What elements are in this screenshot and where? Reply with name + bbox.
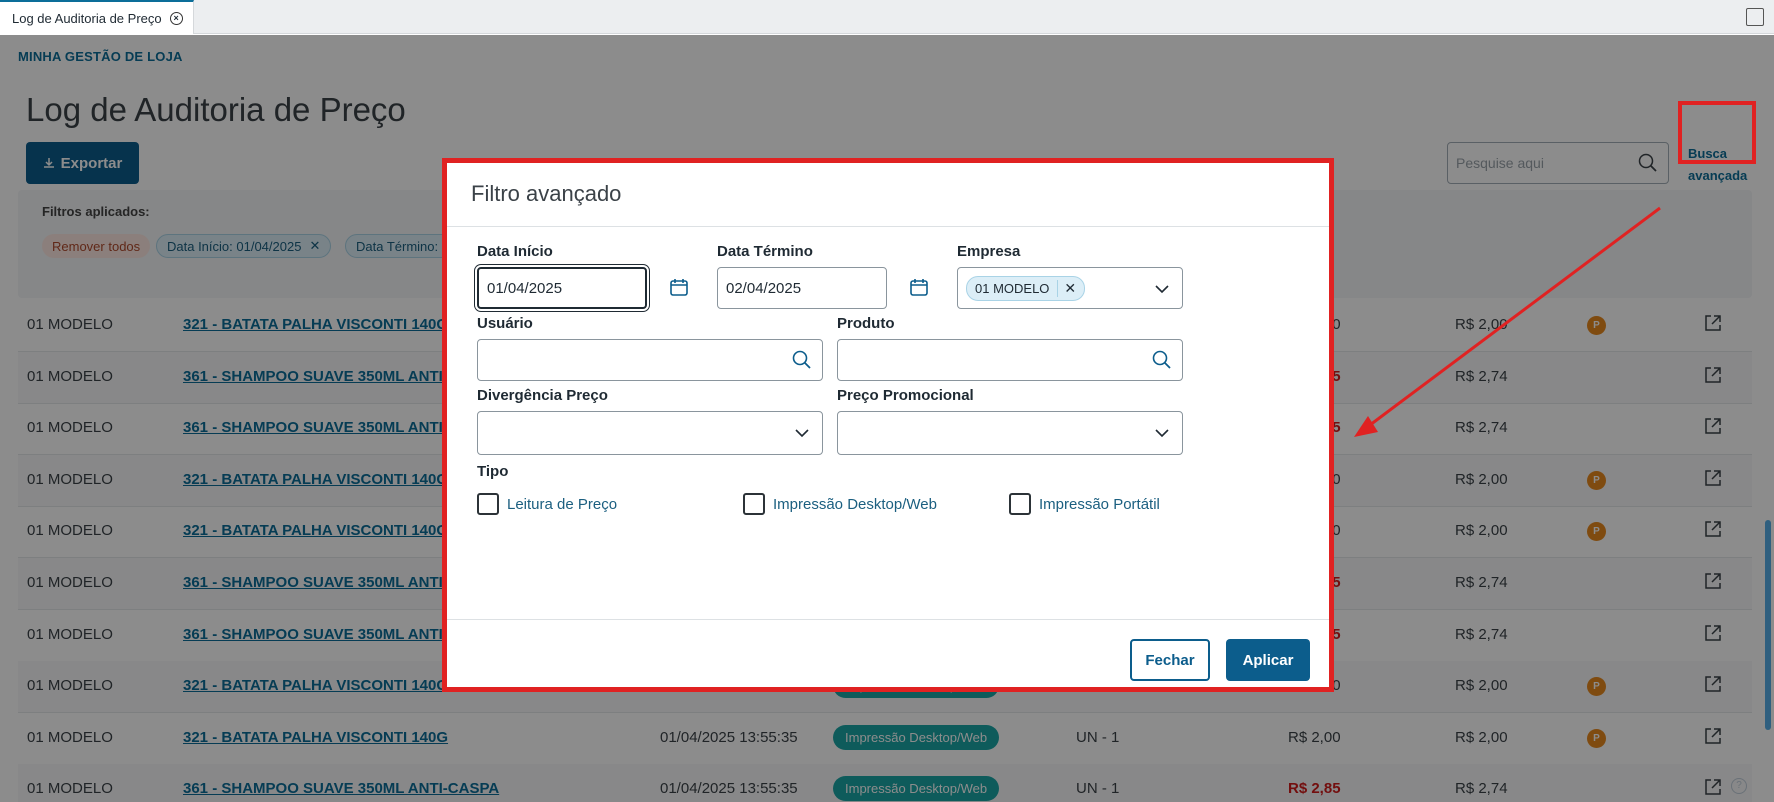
help-icon[interactable]: ? <box>1731 778 1747 794</box>
scrollbar[interactable] <box>1765 520 1771 730</box>
chevron-down-icon[interactable] <box>1154 425 1170 441</box>
checkbox-impressao-desktop[interactable]: Impressão Desktop/Web <box>743 493 937 515</box>
data-inicio-field[interactable]: 01/04/2025 <box>477 267 647 309</box>
empresa-chip[interactable]: 01 MODELO ✕ <box>966 275 1086 301</box>
checkbox-label: Impressão Portátil <box>1039 495 1160 513</box>
produto-field[interactable] <box>837 339 1183 381</box>
annotation-highlight-box <box>1678 101 1756 164</box>
calendar-icon[interactable] <box>669 277 689 297</box>
data-termino-field[interactable]: 02/04/2025 <box>717 267 887 309</box>
close-icon[interactable]: × <box>169 11 183 25</box>
aplicar-button[interactable]: Aplicar <box>1226 639 1310 681</box>
chevron-down-icon[interactable] <box>1154 281 1170 297</box>
data-inicio-label: Data Início <box>477 243 553 260</box>
chevron-down-icon[interactable] <box>794 425 810 441</box>
modal-divider <box>447 226 1329 227</box>
tab-strip: Log de Auditoria de Preço × <box>0 0 1774 34</box>
empresa-chip-label: 01 MODELO <box>975 280 1050 296</box>
checkbox-label: Impressão Desktop/Web <box>773 495 937 513</box>
close-icon[interactable]: ✕ <box>1057 279 1076 297</box>
data-termino-value: 02/04/2025 <box>726 279 802 297</box>
usuario-field[interactable] <box>477 339 823 381</box>
data-termino-label: Data Término <box>717 243 813 260</box>
checkbox[interactable] <box>1009 493 1031 515</box>
tab-label: Log de Auditoria de Preço <box>12 10 162 26</box>
window-list-icon[interactable] <box>1746 8 1764 26</box>
divergencia-label: Divergência Preço <box>477 387 608 404</box>
fechar-button[interactable]: Fechar <box>1130 639 1210 681</box>
empresa-select[interactable]: 01 MODELO ✕ <box>957 267 1183 309</box>
search-icon[interactable] <box>1152 350 1172 370</box>
empresa-label: Empresa <box>957 243 1021 260</box>
checkbox-leitura-preco[interactable]: Leitura de Preço <box>477 493 617 515</box>
usuario-label: Usuário <box>477 315 533 332</box>
advanced-filter-modal: Filtro avançado Data Início 01/04/2025 D… <box>442 158 1334 692</box>
promocional-select[interactable] <box>837 411 1183 455</box>
checkbox[interactable] <box>477 493 499 515</box>
search-icon[interactable] <box>792 350 812 370</box>
tab-log-auditoria[interactable]: Log de Auditoria de Preço × <box>0 0 194 34</box>
divergencia-select[interactable] <box>477 411 823 455</box>
promocional-label: Preço Promocional <box>837 387 974 404</box>
checkbox-label: Leitura de Preço <box>507 495 618 513</box>
checkbox[interactable] <box>743 493 765 515</box>
tipo-label: Tipo <box>477 463 509 480</box>
produto-label: Produto <box>837 315 895 332</box>
calendar-icon[interactable] <box>909 277 929 297</box>
data-inicio-value: 01/04/2025 <box>487 279 563 297</box>
modal-divider <box>447 619 1329 620</box>
checkbox-impressao-portatil[interactable]: Impressão Portátil <box>1009 493 1160 515</box>
modal-title: Filtro avançado <box>471 181 622 206</box>
